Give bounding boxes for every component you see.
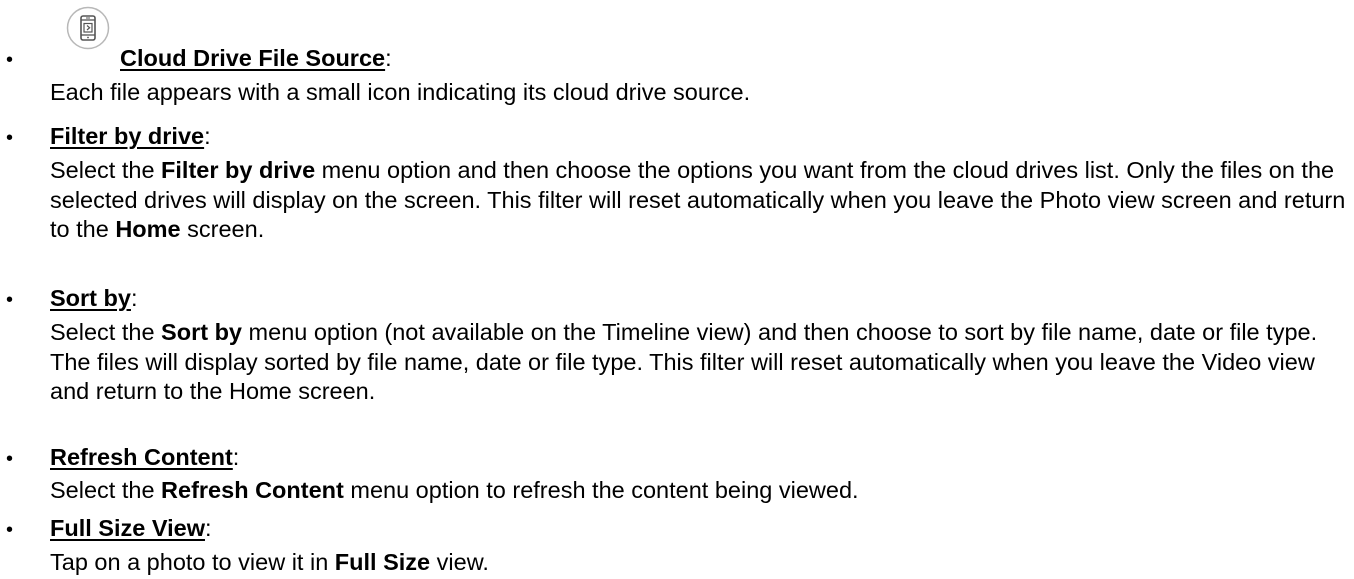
emphasized-text: Sort by (161, 319, 243, 345)
heading-title: Cloud Drive File Source (120, 45, 386, 71)
description-text: Tap on a photo to view it in (50, 549, 335, 575)
heading-title: Full Size View (50, 515, 205, 541)
description-text: view. (430, 549, 489, 575)
bullet: • (6, 519, 14, 541)
description-text: Select the (50, 477, 162, 503)
bullet: • (6, 448, 14, 470)
item-heading: Sort by: (50, 285, 138, 311)
item-heading: Refresh Content: (50, 444, 240, 470)
emphasized-text: Full Size (334, 549, 431, 575)
bullet: • (6, 289, 14, 311)
item-description: Tap on a photo to view it in Full Size v… (50, 548, 1350, 578)
bullet: • (6, 49, 14, 71)
item-description: Select the Sort by menu option (not avai… (50, 318, 1350, 407)
item-heading: Full Size View: (50, 515, 212, 541)
heading-title: Refresh Content (50, 444, 233, 470)
heading-title: Filter by drive (50, 123, 205, 149)
emphasized-text: Refresh Content (161, 477, 344, 503)
document: • Cloud Drive File Source: Each file app… (0, 0, 1354, 579)
item-description: Select the Filter by drive menu option a… (50, 156, 1350, 245)
item-description: Each file appears with a small icon indi… (50, 78, 1350, 108)
emphasized-text: Home (115, 216, 181, 242)
description-text: Select the (50, 319, 162, 345)
item-heading: Cloud Drive File Source: (120, 45, 392, 71)
description-text: screen. (180, 216, 265, 242)
item-description: Select the Refresh Content menu option t… (50, 476, 1350, 506)
item-heading: Filter by drive: (50, 123, 211, 149)
description-text: menu option to refresh the content being… (343, 477, 859, 503)
description-text: Select the (50, 157, 162, 183)
emphasized-text: Filter by drive (161, 157, 316, 183)
heading-title: Sort by (50, 285, 131, 311)
description-text: Each file appears with a small icon indi… (50, 79, 751, 105)
bullet: • (6, 127, 14, 149)
smartphone-icon (66, 6, 110, 50)
